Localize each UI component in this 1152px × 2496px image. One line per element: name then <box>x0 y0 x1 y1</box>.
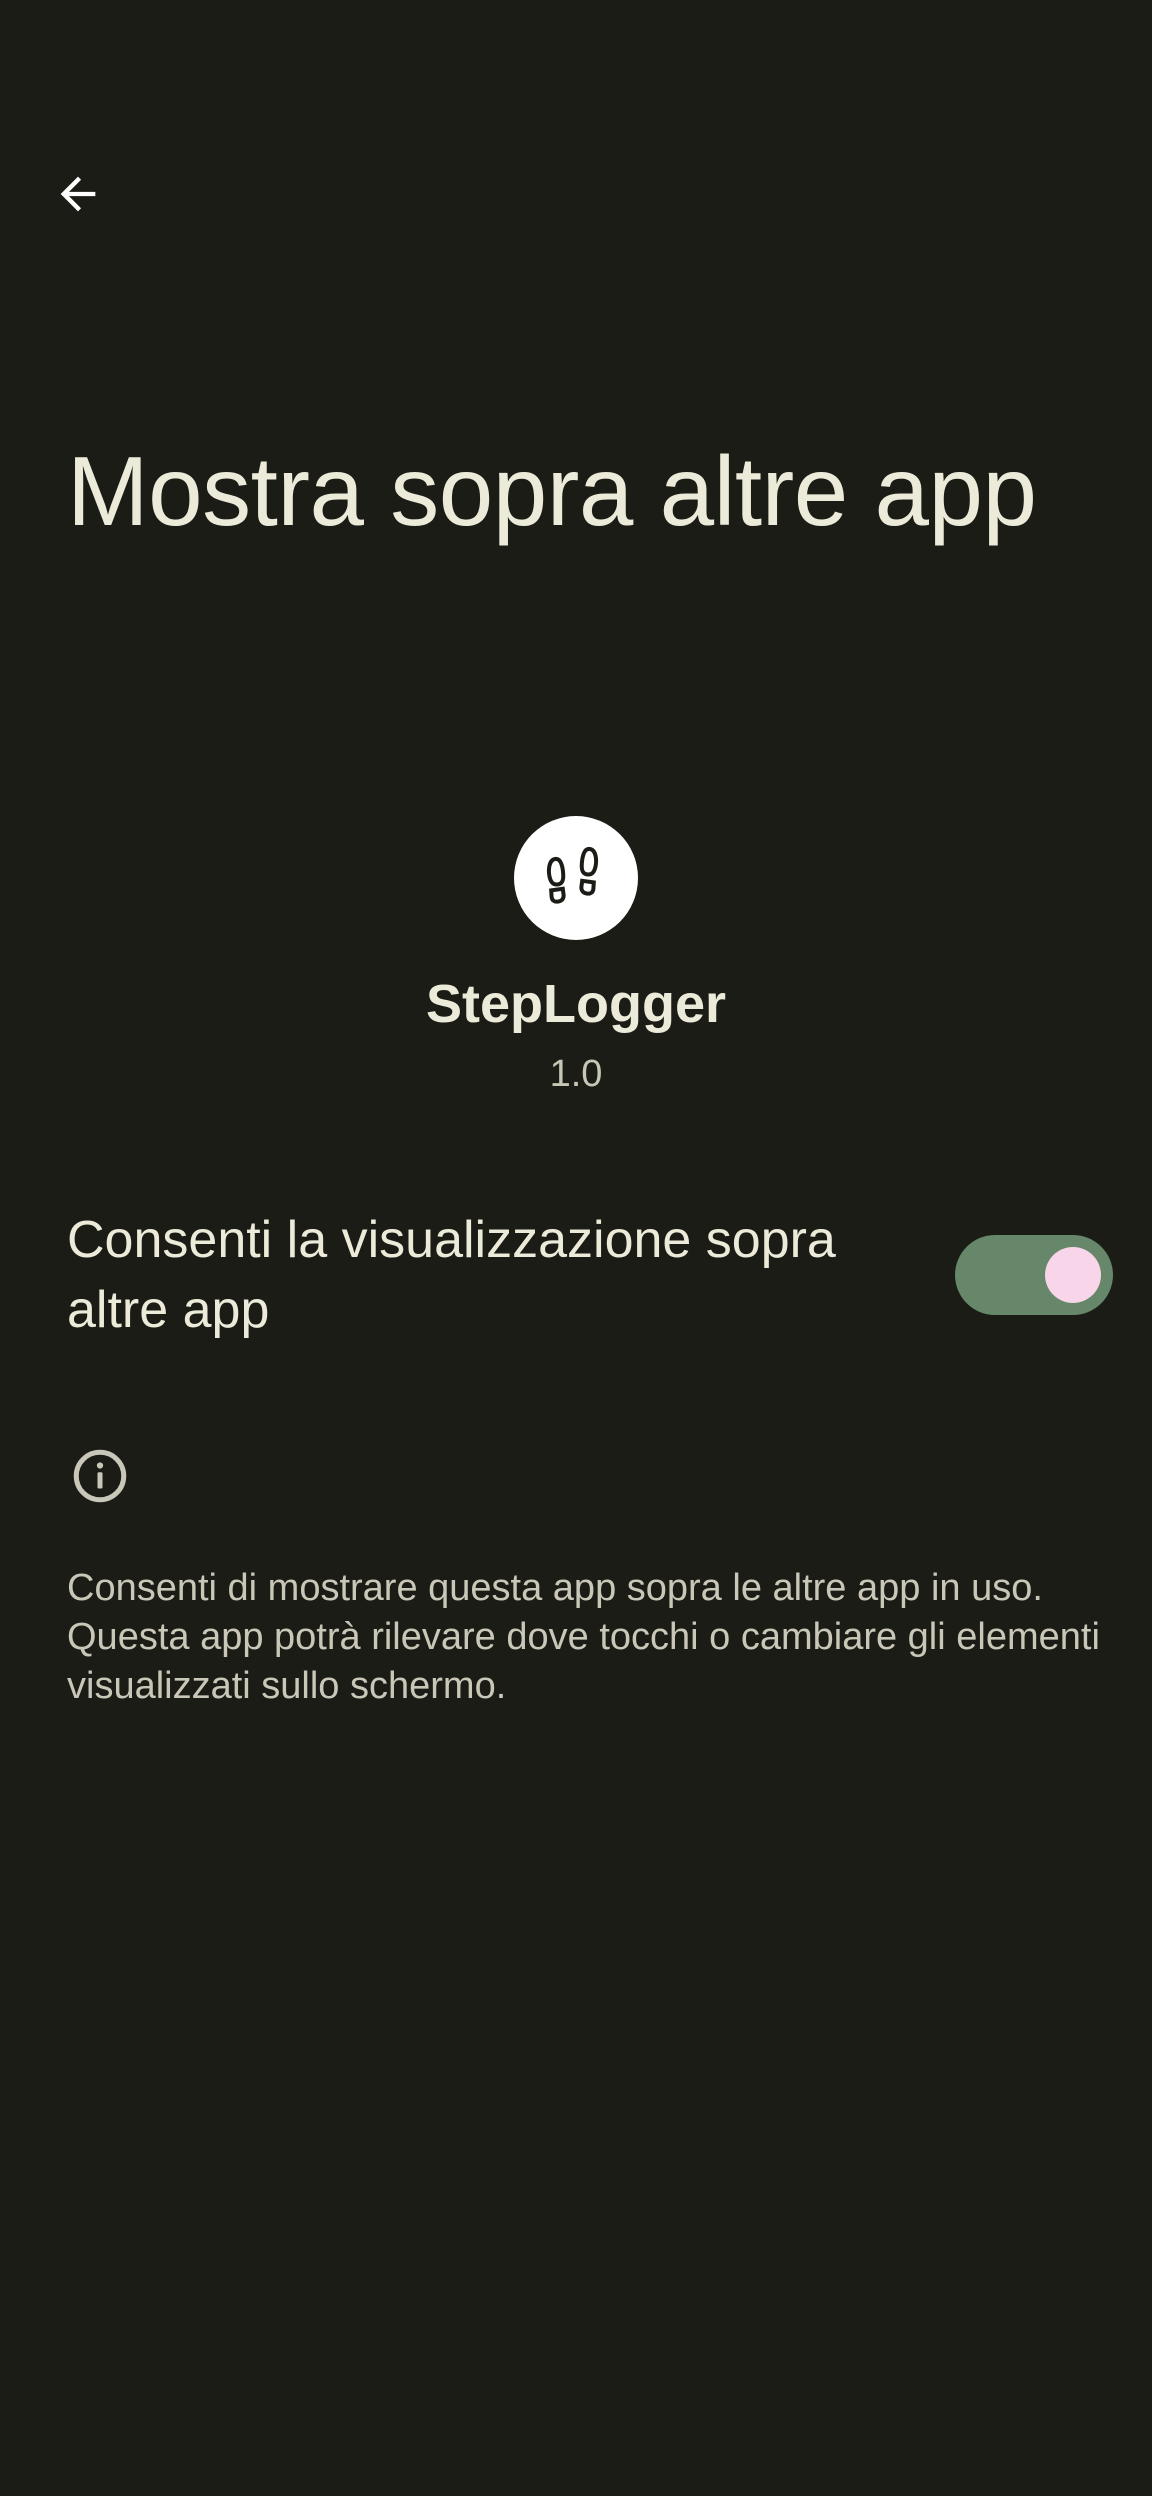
footprints-icon <box>546 846 599 904</box>
allow-overlay-setting[interactable]: Consenti la visualizzazione sopra altre … <box>67 1200 1113 1350</box>
allow-overlay-switch[interactable] <box>955 1235 1113 1315</box>
switch-thumb <box>1045 1247 1101 1303</box>
page-title: Mostra sopra altre app <box>67 436 1037 546</box>
info-description: Consenti di mostrare questa app sopra le… <box>67 1567 1100 1707</box>
info-icon <box>73 1449 127 1503</box>
app-header: StepLogger 1.0 <box>0 816 1152 1098</box>
back-button[interactable] <box>44 160 112 228</box>
app-icon <box>514 816 638 940</box>
allow-overlay-label: Consenti la visualizzazione sopra altre … <box>67 1211 836 1339</box>
arrow-back-icon <box>60 176 96 212</box>
app-name: StepLogger <box>425 974 726 1034</box>
app-version: 1.0 <box>549 1053 603 1095</box>
